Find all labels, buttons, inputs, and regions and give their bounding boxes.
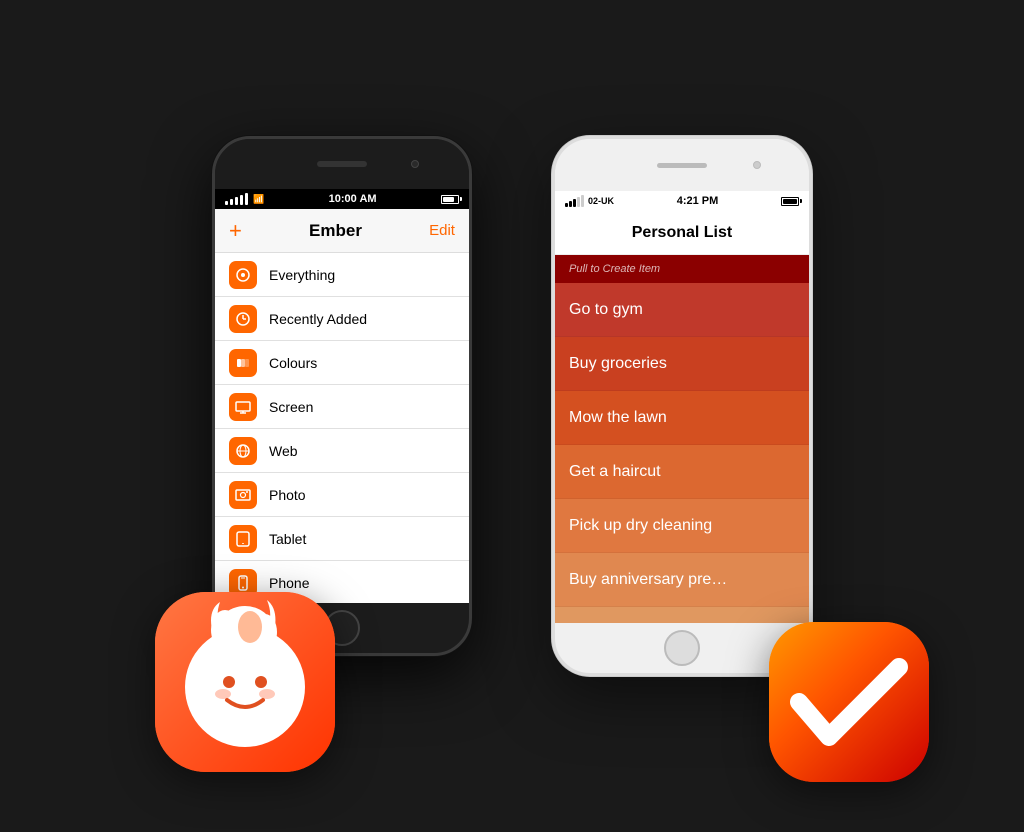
camera-white — [753, 161, 761, 169]
item-label-web: Web — [269, 443, 298, 459]
ember-app-icon[interactable] — [155, 592, 335, 772]
todo-item-3[interactable]: Get a haircut — [555, 445, 809, 499]
status-bar-black: 📶 10:00 AM — [215, 189, 469, 209]
todo-list: Go to gym Buy groceries Mow the lawn Get… — [555, 283, 809, 623]
signal-area-white: 02-UK — [565, 195, 614, 207]
recently-added-icon — [229, 305, 257, 333]
todo-item-2[interactable]: Mow the lawn — [555, 391, 809, 445]
everything-icon — [229, 261, 257, 289]
photo-icon — [229, 481, 257, 509]
todo-item-4[interactable]: Pick up dry cleaning — [555, 499, 809, 553]
todo-text-1: Buy groceries — [569, 355, 667, 373]
check-app-icon[interactable] — [769, 622, 929, 782]
item-label-colours: Colours — [269, 355, 317, 371]
screen-icon — [229, 393, 257, 421]
todo-item-6[interactable]: Reply to morning… — [555, 607, 809, 623]
item-label-tablet: Tablet — [269, 531, 306, 547]
item-label-recently: Recently Added — [269, 311, 367, 327]
ember-list: Everything Recently Added Colours — [215, 253, 469, 603]
camera-black — [411, 160, 419, 168]
list-item[interactable]: Screen — [215, 385, 469, 429]
colours-icon — [229, 349, 257, 377]
tablet-icon — [229, 525, 257, 553]
todo-text-2: Mow the lawn — [569, 409, 667, 427]
item-label-photo: Photo — [269, 487, 306, 503]
list-item[interactable]: Photo — [215, 473, 469, 517]
pull-banner-text: Pull to Create Item — [569, 263, 660, 275]
list-item[interactable]: Web — [215, 429, 469, 473]
item-label-screen: Screen — [269, 399, 313, 415]
list-item[interactable]: Everything — [215, 253, 469, 297]
todo-item-0[interactable]: Go to gym — [555, 283, 809, 337]
todo-item-5[interactable]: Buy anniversary pre… — [555, 553, 809, 607]
todo-item-1[interactable]: Buy groceries — [555, 337, 809, 391]
list-item[interactable]: Recently Added — [215, 297, 469, 341]
pull-banner: Pull to Create Item — [555, 255, 809, 283]
status-bar-white: 02-UK 4:21 PM — [555, 191, 809, 211]
todo-text-4: Pick up dry cleaning — [569, 517, 712, 535]
add-button[interactable]: + — [229, 218, 242, 244]
edit-button[interactable]: Edit — [429, 222, 455, 239]
status-time-black: 10:00 AM — [329, 193, 377, 205]
list-item[interactable]: Colours — [215, 341, 469, 385]
wifi-icon-black: 📶 — [253, 194, 264, 205]
carrier-label: 02-UK — [588, 196, 614, 206]
phone-top-black — [215, 139, 469, 189]
list-item[interactable]: Tablet — [215, 517, 469, 561]
home-button-white[interactable] — [664, 630, 700, 666]
status-time-white: 4:21 PM — [677, 195, 719, 207]
web-icon — [229, 437, 257, 465]
list-nav-title: Personal List — [632, 224, 732, 242]
item-label-phone: Phone — [269, 575, 309, 591]
list-nav: Personal List — [555, 211, 809, 255]
black-phone: 📶 10:00 AM + Ember Edit Everything — [212, 136, 472, 656]
todo-text-5: Buy anniversary pre… — [569, 571, 727, 589]
signal-bars-white — [565, 195, 584, 207]
battery-white — [781, 197, 799, 206]
battery-black — [441, 195, 459, 204]
phone-top-white — [555, 139, 809, 191]
todo-text-0: Go to gym — [569, 301, 643, 319]
nav-title-ember: Ember — [309, 221, 362, 241]
speaker-black — [317, 161, 367, 167]
scene: 📶 10:00 AM + Ember Edit Everything — [0, 0, 1024, 832]
speaker-white — [657, 163, 707, 168]
white-phone: 02-UK 4:21 PM Personal List Pull to Crea… — [552, 136, 812, 676]
signal-bars-black: 📶 — [225, 193, 264, 205]
item-label-everything: Everything — [269, 267, 335, 283]
ember-nav: + Ember Edit — [215, 209, 469, 253]
todo-text-3: Get a haircut — [569, 463, 661, 481]
